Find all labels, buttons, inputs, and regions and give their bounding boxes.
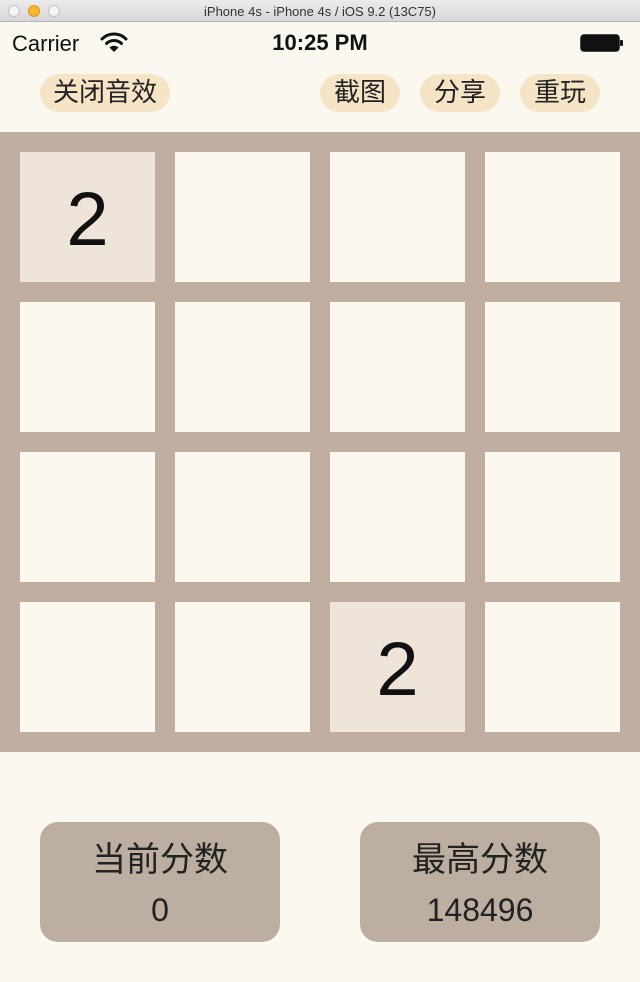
share-button[interactable]: 分享	[420, 74, 500, 112]
empty-tile	[175, 302, 310, 432]
empty-tile	[330, 452, 465, 582]
sound-toggle-button[interactable]: 关闭音效	[40, 74, 170, 112]
empty-tile	[485, 452, 620, 582]
best-score-box: 最高分数 148496	[360, 822, 600, 942]
current-score-box: 当前分数 0	[40, 822, 280, 942]
status-clock: 10:25 PM	[272, 30, 368, 55]
empty-tile	[20, 302, 155, 432]
current-score-value: 0	[151, 892, 169, 928]
empty-tile	[485, 302, 620, 432]
tile-2: 2	[330, 602, 465, 732]
best-score-label: 最高分数	[412, 840, 548, 880]
empty-tile	[20, 452, 155, 582]
empty-tile	[175, 152, 310, 282]
current-score-label: 当前分数	[92, 840, 228, 880]
tile-2: 2	[20, 152, 155, 282]
empty-tile	[330, 152, 465, 282]
empty-tile	[20, 602, 155, 732]
game-board[interactable]: 2 2	[0, 132, 640, 752]
empty-tile	[330, 302, 465, 432]
simulator-title-bar: iPhone 4s - iPhone 4s / iOS 9.2 (13C75)	[0, 0, 640, 22]
window-title: iPhone 4s - iPhone 4s / iOS 9.2 (13C75)	[204, 4, 436, 19]
empty-tile	[175, 602, 310, 732]
screenshot-button[interactable]: 截图	[320, 74, 400, 112]
status-bar: Carrier 10:25 PM	[0, 22, 640, 62]
empty-tile	[175, 452, 310, 582]
battery-icon	[580, 34, 623, 52]
replay-button[interactable]: 重玩	[520, 74, 600, 112]
empty-tile	[485, 602, 620, 732]
empty-tile	[485, 152, 620, 282]
best-score-value: 148496	[426, 892, 534, 928]
